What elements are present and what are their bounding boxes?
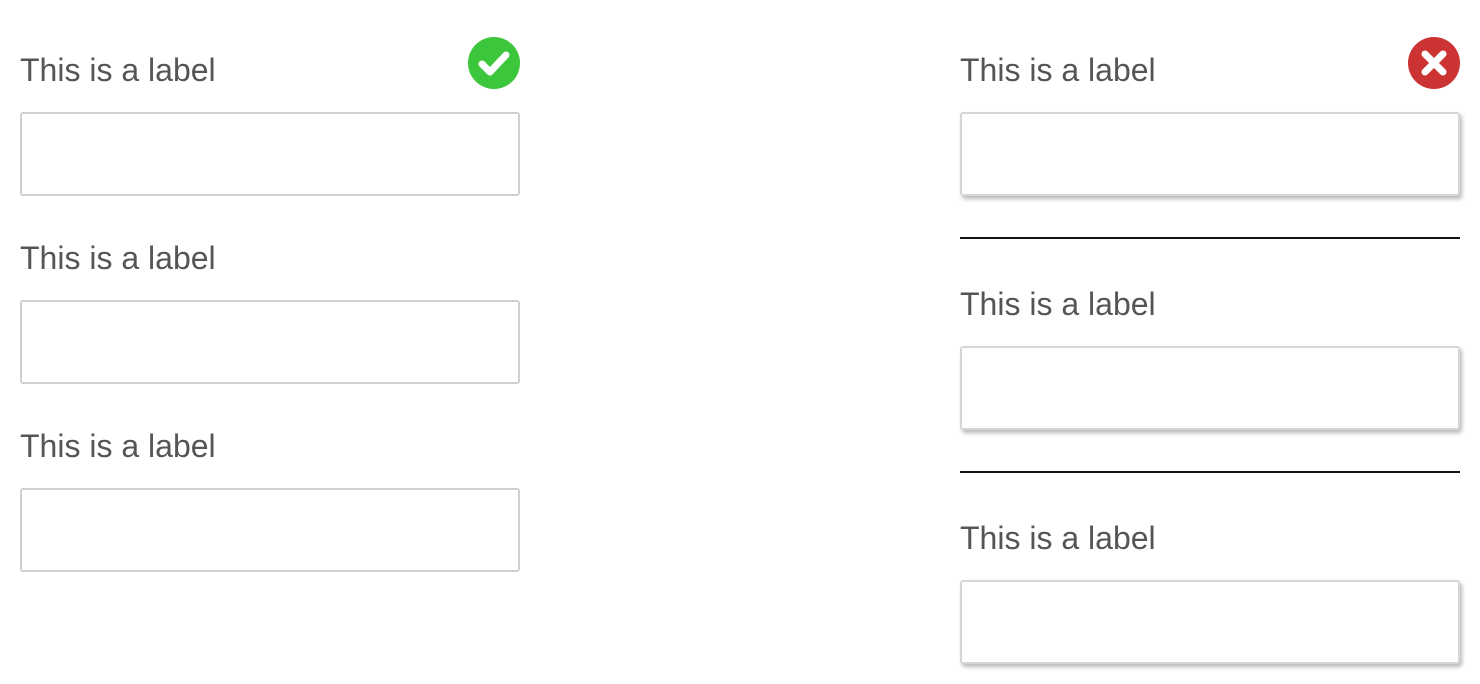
field-label: This is a label: [20, 52, 216, 88]
text-input[interactable]: [960, 580, 1460, 664]
field-label: This is a label: [960, 286, 1156, 322]
divider: [960, 471, 1460, 473]
field-label: This is a label: [20, 428, 216, 464]
x-circle-icon: [1408, 37, 1460, 89]
text-input[interactable]: [20, 112, 520, 196]
check-circle-icon: [468, 37, 520, 89]
text-input[interactable]: [960, 112, 1460, 196]
field-label: This is a label: [960, 52, 1156, 88]
field-label: This is a label: [20, 240, 216, 276]
text-input[interactable]: [20, 300, 520, 384]
divider: [960, 237, 1460, 239]
field-label: This is a label: [960, 520, 1156, 556]
text-input[interactable]: [20, 488, 520, 572]
text-input[interactable]: [960, 346, 1460, 430]
